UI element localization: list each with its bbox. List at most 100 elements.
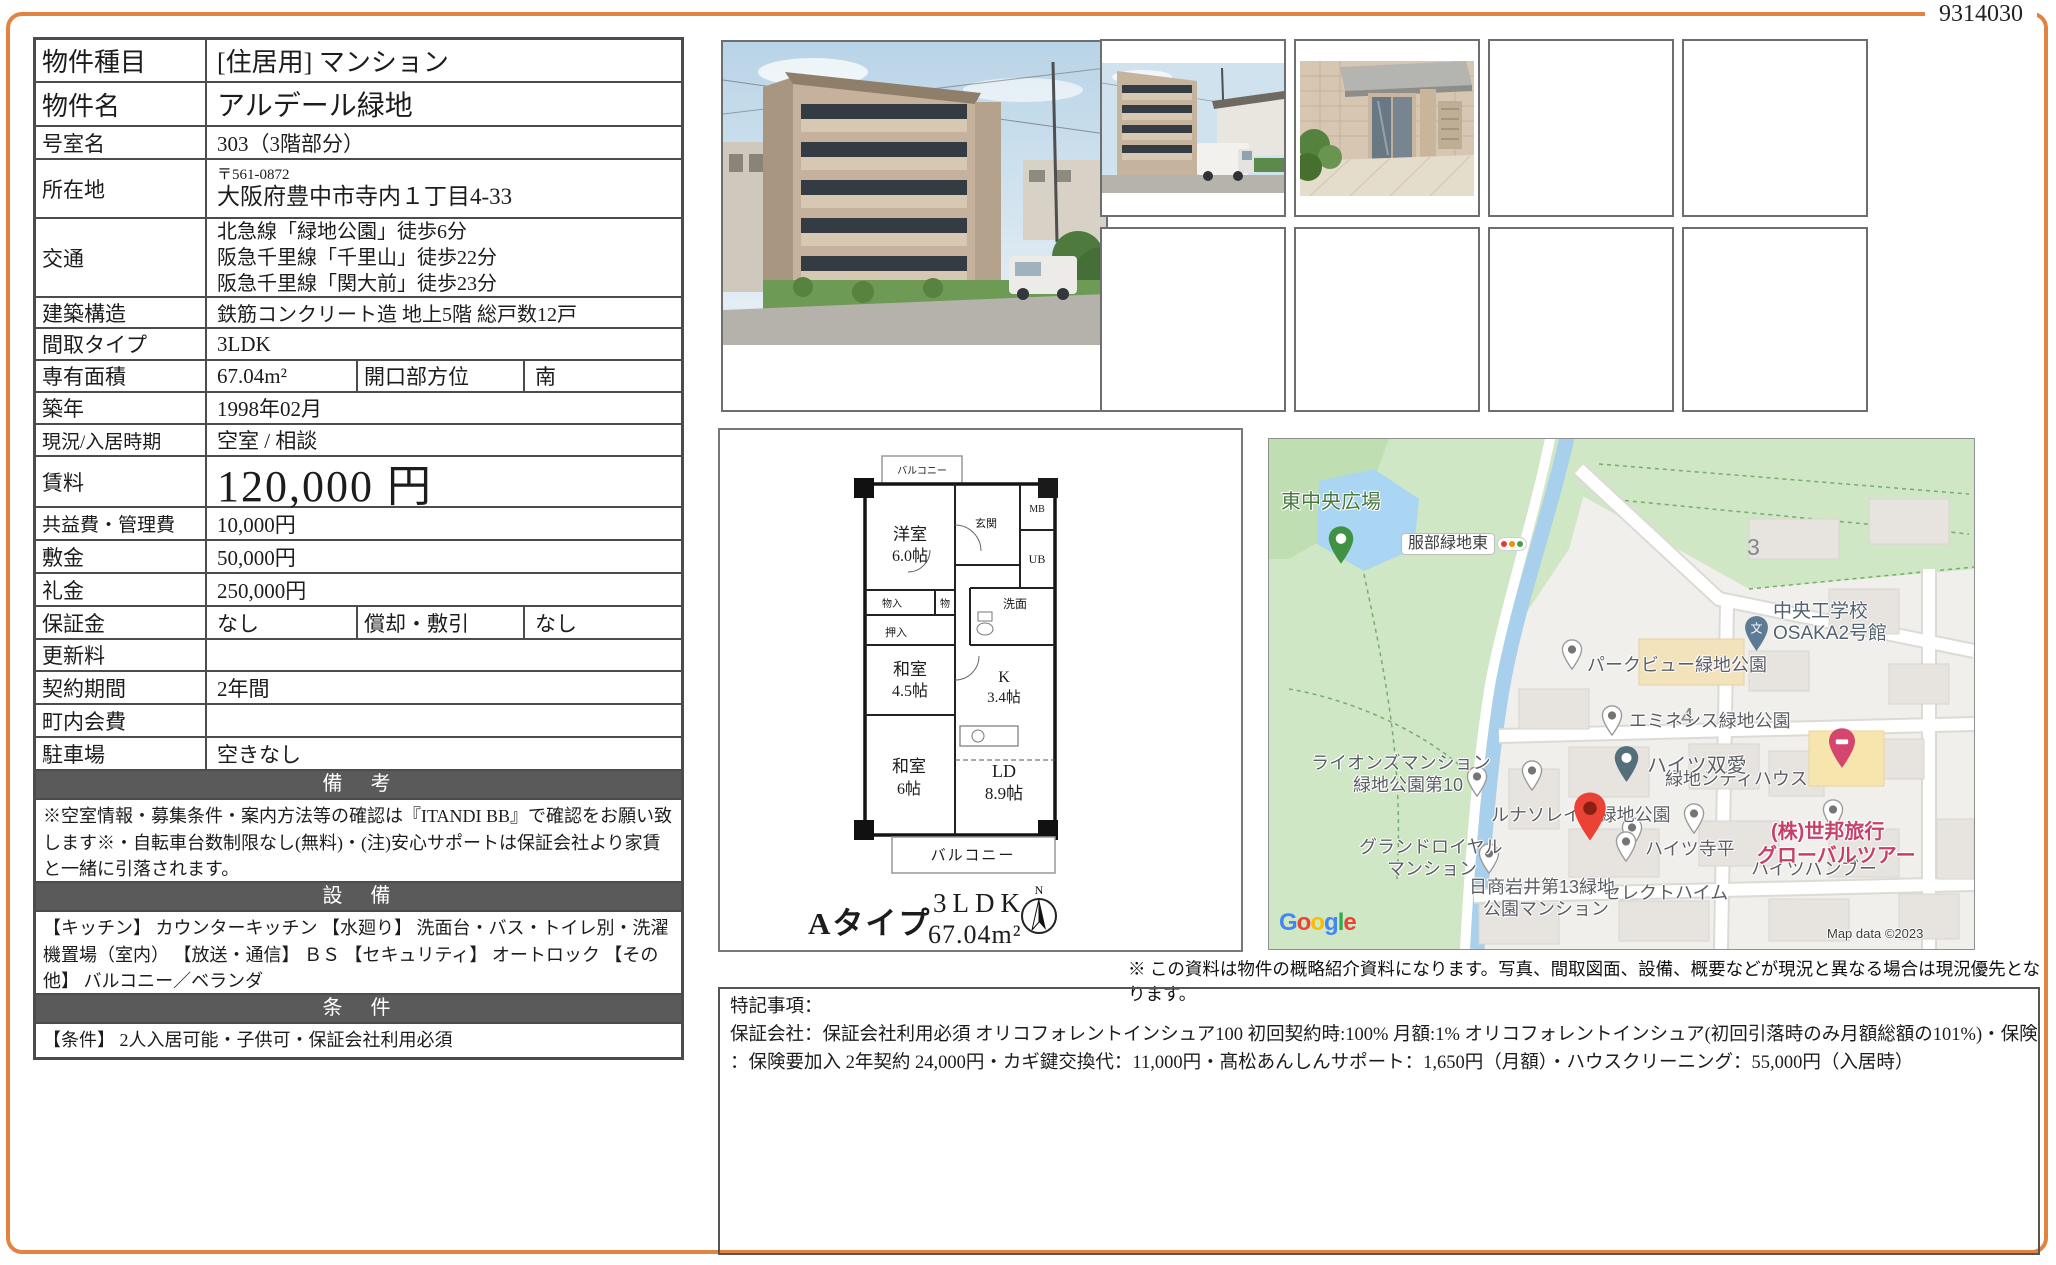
- map-label-select-heim: セレクトハイム: [1603, 883, 1728, 904]
- room-label-entrance: 玄関: [975, 516, 997, 530]
- notes-title: 特記事項：: [730, 994, 2028, 1022]
- floor-plan-drawing: バルコニー: [720, 430, 1241, 950]
- reference-number: 9314030: [1925, 1, 2037, 28]
- row-value: [住居用] マンション: [207, 40, 681, 81]
- photo-placeholder: [1294, 227, 1480, 412]
- google-letter: g: [1324, 909, 1338, 936]
- traffic-light-icon: [1497, 537, 1527, 551]
- poi-pin-icon: [1601, 705, 1623, 736]
- row-value-2: 南: [525, 361, 681, 391]
- map-label-grand-royal-line2: マンション: [1387, 859, 1477, 880]
- google-letter: o: [1310, 909, 1324, 936]
- notes-line: ：保険要加入 2年契約 24,000円・カギ鍵交換代：11,000円・髙松あんし…: [730, 1050, 2028, 1078]
- complex-pin-icon: [1613, 745, 1640, 783]
- room-label-balcony-top: バルコニー: [897, 465, 947, 477]
- floor-plan-area-label: 67.04m²: [928, 920, 1022, 950]
- map-label-lions-line1: ライオンズマンション: [1311, 753, 1491, 774]
- poi-pin-icon: [1561, 639, 1583, 670]
- transport-line: 阪急千里線「関大前」徒歩23分: [217, 271, 497, 297]
- table-row-renewal-fee: 更新料: [36, 640, 681, 672]
- table-row-layout-type: 間取タイプ 3LDK: [36, 329, 681, 361]
- row-value: [207, 705, 681, 736]
- row-label: 共益費・管理費: [36, 508, 207, 539]
- room-label-kitchen: K: [998, 669, 1010, 686]
- rent-amount: 120,000 円: [207, 457, 681, 506]
- row-label: 更新料: [36, 640, 207, 670]
- room-label-mb: MB: [1029, 504, 1045, 515]
- school-pin-icon: 文: [1743, 615, 1770, 652]
- row-value: 50,000円: [207, 541, 681, 572]
- row-value: 67.04m²: [207, 361, 358, 391]
- row-label: 保証金: [36, 607, 207, 638]
- section-text-equipment: 【キッチン】 カウンターキッチン 【水廻り】 洗面台・バス・トイレ別・洗濯機置場…: [36, 912, 681, 995]
- table-row-rent: 賃料 120,000 円: [36, 457, 681, 508]
- room-size-japanese-room-6: 6帖: [897, 780, 921, 798]
- row-label: 賃料: [36, 457, 207, 506]
- floor-plan: バルコニー: [718, 428, 1243, 952]
- photo-placeholder: [1488, 39, 1674, 217]
- table-row-property-name: 物件名 アルデール緑地: [36, 83, 681, 127]
- row-label: 間取タイプ: [36, 329, 207, 359]
- map-label-grand-royal-line1: グランドロイヤル: [1359, 837, 1502, 858]
- row-value: [207, 640, 681, 670]
- table-row-built-year: 築年 1998年02月: [36, 393, 681, 425]
- location-map: 文: [1268, 438, 1975, 950]
- map-label-sehou-line2: グローバルツアー: [1757, 845, 1916, 868]
- photo-building-exterior-small: [1100, 39, 1286, 217]
- street-address: 大阪府豊中市寺内１丁目4-33: [217, 183, 512, 211]
- row-label: 契約期間: [36, 672, 207, 703]
- row-label: 町内会費: [36, 705, 207, 736]
- table-row-structure: 建築構造 鉄筋コンクリート造 地上5階 総戸数12戸: [36, 298, 681, 329]
- row-label-2: 開口部方位: [358, 361, 525, 391]
- row-label: 礼金: [36, 574, 207, 605]
- map-label-hattori-ryokuchi-higashi: 服部緑地東: [1401, 533, 1495, 555]
- row-label: 所在地: [36, 160, 207, 217]
- table-row-address: 所在地 〒561-0872 大阪府豊中市寺内１丁目4-33: [36, 160, 681, 219]
- row-label: 駐車場: [36, 738, 207, 769]
- map-label-higashi-chuo-hiroba: 東中央広場: [1281, 491, 1381, 514]
- room-label-balcony-bottom: バルコニー: [931, 848, 1016, 864]
- map-label-soai: ハイツ双愛: [1647, 755, 1747, 778]
- row-label-2: 償却・敷引: [358, 607, 525, 638]
- section-header-conditions: 条 件: [36, 995, 681, 1024]
- table-row-key-money: 礼金 250,000円: [36, 574, 681, 607]
- svg-text:文: 文: [1751, 620, 1763, 635]
- table-row-floor-area: 専有面積 67.04m² 開口部方位 南: [36, 361, 681, 393]
- map-label-school-line2: OSAKA2号館: [1773, 623, 1887, 645]
- row-value: 3LDK: [207, 329, 681, 359]
- map-label-school-line1: 中央工学校: [1773, 601, 1868, 623]
- park-pin-icon: [1327, 525, 1355, 565]
- photo-building-exterior-large: [721, 40, 1108, 412]
- row-value: 303（3階部分）: [207, 127, 681, 158]
- row-label: 築年: [36, 393, 207, 423]
- table-row-neighborhood-fee: 町内会費: [36, 705, 681, 738]
- google-letter: o: [1297, 909, 1311, 936]
- photo-placeholder: [1682, 39, 1868, 217]
- room-size-kitchen: 3.4帖: [987, 689, 1021, 706]
- table-row-contract-period: 契約期間 2年間: [36, 672, 681, 705]
- poi-pin-icon: [1615, 831, 1637, 862]
- photo-placeholder: [1682, 227, 1868, 412]
- building-truck-photo-illustration: [1102, 63, 1284, 193]
- map-label-parkview: パークビュー緑地公園: [1587, 655, 1767, 676]
- row-label: 建築構造: [36, 298, 207, 327]
- section-text-remarks: ※空室情報・募集条件・案内方法等の確認は『ITANDI BB』で確認をお願い致し…: [36, 800, 681, 883]
- row-value: 鉄筋コンクリート造 地上5階 総戸数12戸: [207, 298, 681, 327]
- compass-icon: N: [1016, 882, 1062, 940]
- section-header-equipment: 設 備: [36, 883, 681, 912]
- special-notes-box: 特記事項： 保証会社：保証会社利用必須 オリコフォレントインシュア100 初回契…: [718, 987, 2040, 1255]
- google-letter: G: [1279, 909, 1297, 936]
- entrance-photo-illustration: [1300, 61, 1474, 196]
- row-label: 現況/入居時期: [36, 425, 207, 455]
- row-value: 250,000円: [207, 574, 681, 605]
- row-value: アルデール緑地: [207, 83, 681, 125]
- row-value: なし: [207, 607, 358, 638]
- floor-plan-layout-label: 3LDK: [933, 888, 1026, 919]
- table-row-transport: 交通 北急線「緑地公園」徒歩6分 阪急千里線「千里山」徒歩22分 阪急千里線「関…: [36, 219, 681, 298]
- postal-code: 〒561-0872: [217, 167, 512, 184]
- map-label-nissho-line2: 公園マンション: [1483, 899, 1609, 920]
- map-label-lions-line2: 緑地公園第10: [1353, 775, 1463, 796]
- property-sheet: 9314030 物件種目 [住居用] マンション 物件名 アルデール緑地 号室名…: [0, 0, 2056, 1265]
- row-label: 物件名: [36, 83, 207, 125]
- property-table: 物件種目 [住居用] マンション 物件名 アルデール緑地 号室名 303（3階部…: [33, 37, 684, 1060]
